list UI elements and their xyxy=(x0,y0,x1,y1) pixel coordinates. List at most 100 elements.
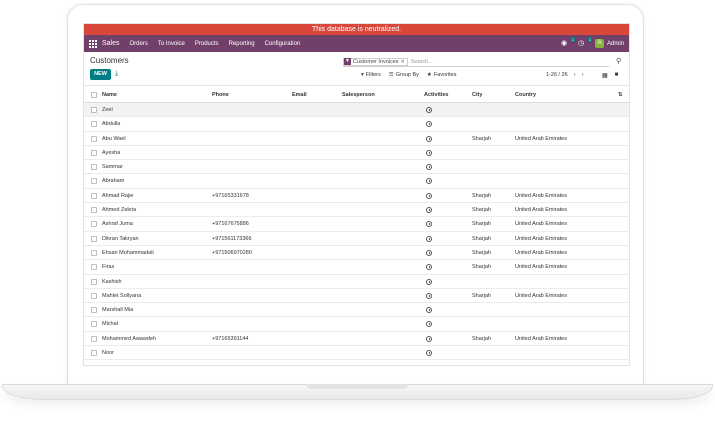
row-checkbox[interactable] xyxy=(91,335,97,342)
chat-icon[interactable]: ◉ 1 xyxy=(561,36,575,48)
row-checkbox[interactable] xyxy=(91,178,97,185)
row-checkbox[interactable] xyxy=(91,249,97,256)
groupby-button[interactable]: ☰ Group By xyxy=(389,72,421,78)
customer-country: United Arab Emirates xyxy=(515,335,567,342)
customer-name: Noor xyxy=(102,350,114,357)
chevron-right-icon[interactable]: › xyxy=(582,72,584,78)
table-row[interactable]: Sammar xyxy=(84,160,629,175)
table-row[interactable]: Ahmad Rajie +97165331678 Sharjah United Ara… xyxy=(84,189,629,204)
row-checkbox[interactable] xyxy=(91,207,97,214)
activity-clock-icon[interactable] xyxy=(426,207,432,214)
select-all-checkbox[interactable] xyxy=(91,92,97,98)
menu-orders[interactable]: Orders xyxy=(130,41,148,47)
column-salesperson[interactable]: Salesperson xyxy=(342,87,375,103)
pager-value[interactable]: 1-26 / 26 xyxy=(546,72,568,78)
column-name[interactable]: Name xyxy=(102,87,117,103)
row-checkbox[interactable] xyxy=(91,121,97,128)
column-city[interactable]: City xyxy=(472,87,482,103)
menu-products[interactable]: Products xyxy=(195,41,219,47)
user-menu[interactable]: A Admin xyxy=(594,39,624,48)
row-checkbox[interactable] xyxy=(91,278,97,285)
activity-clock-icon[interactable] xyxy=(426,292,432,299)
table-row[interactable]: Dikran Takryan +971561173366 Sharjah United… xyxy=(84,232,629,246)
table-row[interactable]: Abdulla xyxy=(84,117,629,132)
activity-clock-icon[interactable] xyxy=(426,121,432,128)
activity-clock-icon[interactable] xyxy=(426,335,432,342)
activity-clock-icon[interactable] xyxy=(426,249,432,256)
activity-clock-icon[interactable] xyxy=(426,264,432,271)
activity-clock-icon[interactable] xyxy=(426,278,432,285)
menu-to-invoice[interactable]: To Invoice xyxy=(158,41,185,47)
table-row[interactable]: Ahmed Zekria Sharjah United Arab Emirates xyxy=(84,203,629,218)
column-email[interactable]: Email xyxy=(292,87,307,103)
row-checkbox[interactable] xyxy=(91,164,97,171)
download-icon[interactable]: ⤓ xyxy=(115,69,118,79)
app-screen: This database is neutralized. Sales Orde… xyxy=(83,23,630,366)
table-row[interactable]: Firas Sharjah United Arab Emirates xyxy=(84,260,629,275)
search-bar: ▼ Customer Invoices ✕ Search... xyxy=(343,57,609,67)
activity-clock-icon[interactable] xyxy=(426,192,432,199)
row-checkbox[interactable] xyxy=(91,350,97,357)
row-checkbox[interactable] xyxy=(91,149,97,156)
activity-clock-icon[interactable] xyxy=(426,149,432,156)
table-row[interactable]: Abu Wael Sharjah United Arab Emirates xyxy=(84,132,629,146)
table-row[interactable]: Ehsan Mohammadali +971506970280 Sharjah Uni… xyxy=(84,246,629,261)
activity-clock-icon[interactable] xyxy=(426,107,432,113)
table-row[interactable]: Mahlet Sollyana Sharjah United Arab Emirat… xyxy=(84,289,629,304)
menu-reporting[interactable]: Reporting xyxy=(229,41,255,47)
star-icon: ★ xyxy=(426,72,432,78)
customer-name: Ehsan Mohammadali xyxy=(102,249,154,256)
customer-name: Mahlet Sollyana xyxy=(102,292,142,299)
list-view-icon[interactable]: ■ xyxy=(615,72,619,79)
row-checkbox[interactable] xyxy=(91,192,97,199)
favorites-button[interactable]: ★ Favorites xyxy=(427,72,459,78)
customer-name: Michal xyxy=(102,321,118,328)
table-row[interactable]: Ayesha xyxy=(84,146,629,161)
column-country[interactable]: Country xyxy=(515,87,536,103)
activity-badge: 1 xyxy=(587,36,592,42)
activity-clock-icon[interactable] xyxy=(426,135,432,142)
row-checkbox[interactable] xyxy=(91,221,97,228)
new-button[interactable]: NEW xyxy=(90,69,111,80)
row-checkbox[interactable] xyxy=(91,321,97,328)
row-checkbox[interactable] xyxy=(91,107,97,113)
row-checkbox[interactable] xyxy=(91,307,97,314)
search-input[interactable]: Search... xyxy=(411,59,433,65)
table-row[interactable]: Abraham xyxy=(84,174,629,189)
table-row[interactable]: Ashraf Juma +97167675886 Sharjah United Ara… xyxy=(84,217,629,232)
activity-clock-icon[interactable] xyxy=(426,321,432,328)
customer-country: United Arab Emirates xyxy=(515,192,567,199)
table-row[interactable]: Kashish xyxy=(84,275,629,289)
filters-button[interactable]: ▾ Filters xyxy=(361,72,383,78)
activity-clock-icon[interactable] xyxy=(426,235,432,242)
row-checkbox[interactable] xyxy=(91,235,97,242)
stage: This database is neutralized. Sales Orde… xyxy=(0,0,715,430)
activity-clock-icon[interactable] xyxy=(426,307,432,314)
row-checkbox[interactable] xyxy=(91,135,97,142)
column-settings-icon[interactable]: ⇅ xyxy=(618,87,623,103)
table-row[interactable]: Zeel xyxy=(84,103,629,118)
activity-clock-icon[interactable] xyxy=(426,350,432,357)
column-activities[interactable]: Activities xyxy=(424,87,448,103)
activity-clock-icon[interactable] xyxy=(426,221,432,228)
app-brand[interactable]: Sales xyxy=(102,40,120,47)
row-checkbox[interactable] xyxy=(91,264,97,271)
activity-clock-icon[interactable] xyxy=(426,178,432,185)
table-row[interactable]: Marshall Mia xyxy=(84,303,629,318)
search-facet[interactable]: ▼ Customer Invoices ✕ xyxy=(343,57,408,66)
table-row[interactable]: Noor xyxy=(84,346,629,361)
menu-configuration[interactable]: Configuration xyxy=(265,41,301,47)
activity-clock-icon[interactable] xyxy=(426,164,432,171)
table-row[interactable]: Michal xyxy=(84,317,629,332)
kanban-view-icon[interactable]: ▦ xyxy=(602,72,608,79)
apps-grid-icon[interactable] xyxy=(89,39,97,48)
facet-label: Customer Invoices xyxy=(353,58,399,65)
row-checkbox[interactable] xyxy=(91,292,97,299)
table-row[interactable]: Mohammed Awawdeh +97165391144 Sharjah Unite… xyxy=(84,332,629,347)
search-icon[interactable]: ⚲ xyxy=(616,57,621,65)
column-phone[interactable]: Phone xyxy=(212,87,229,103)
close-icon[interactable]: ✕ xyxy=(401,59,407,65)
activity-clock-icon[interactable]: ◷ 1 xyxy=(578,36,592,48)
chevron-left-icon[interactable]: ‹ xyxy=(574,72,576,78)
customer-name: Kashish xyxy=(102,278,122,285)
